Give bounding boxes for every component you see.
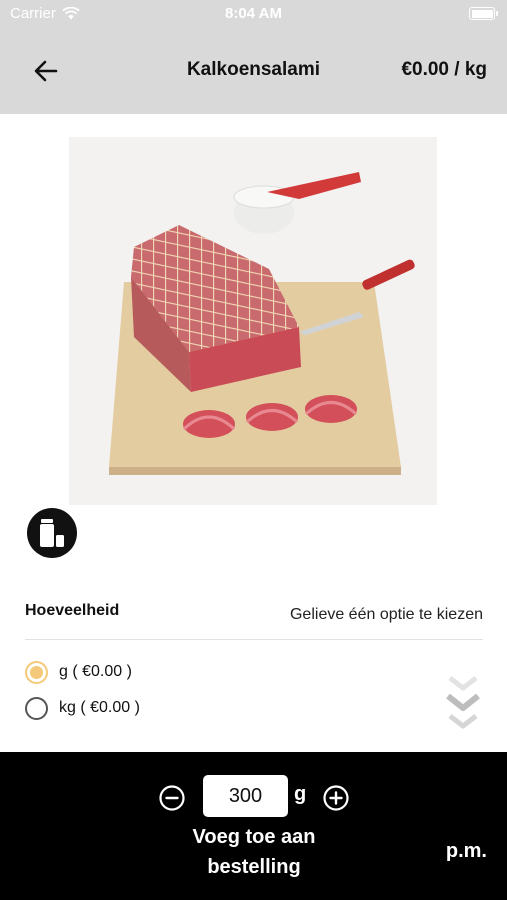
quantity-hint: Gelieve één optie te kiezen <box>289 606 483 623</box>
order-price: p.m. <box>445 840 487 862</box>
status-time: 8:04 AM <box>225 5 282 22</box>
radio-kilogram[interactable] <box>25 696 48 720</box>
container-badge <box>27 508 77 558</box>
option-kilogram[interactable]: kg ( €0.00 ) <box>25 695 140 721</box>
order-bar: g Voeg toe aan bestelling p.m. <box>0 752 507 900</box>
quantity-label: Hoeveelheid <box>25 602 120 619</box>
battery-icon <box>469 7 498 20</box>
plus-circle-icon[interactable] <box>322 784 350 812</box>
add-button-line2: bestelling <box>207 856 301 878</box>
nav-bar: Kalkoensalami €0.00 / kg <box>0 28 507 114</box>
add-to-order-button[interactable]: Voeg toe aan bestelling <box>160 822 348 882</box>
option-gram[interactable]: g ( €0.00 ) <box>25 659 132 685</box>
price-per-unit: €0.00 / kg <box>401 59 487 80</box>
minus-circle-icon[interactable] <box>158 784 186 812</box>
status-bar: Carrier 8:04 AM <box>0 0 507 28</box>
chevron-down-icon[interactable] <box>442 672 484 732</box>
product-image <box>69 137 437 505</box>
quantity-input[interactable] <box>203 775 288 817</box>
container-icon <box>40 519 64 547</box>
quantity-header: Hoeveelheid Gelieve één optie te kiezen <box>25 600 483 640</box>
add-button-line1: Voeg toe aan <box>192 826 316 848</box>
radio-gram[interactable] <box>25 660 48 684</box>
option-kilogram-label: kg ( €0.00 ) <box>59 699 140 716</box>
option-gram-label: g ( €0.00 ) <box>59 663 132 680</box>
unit-label: g <box>294 783 307 805</box>
